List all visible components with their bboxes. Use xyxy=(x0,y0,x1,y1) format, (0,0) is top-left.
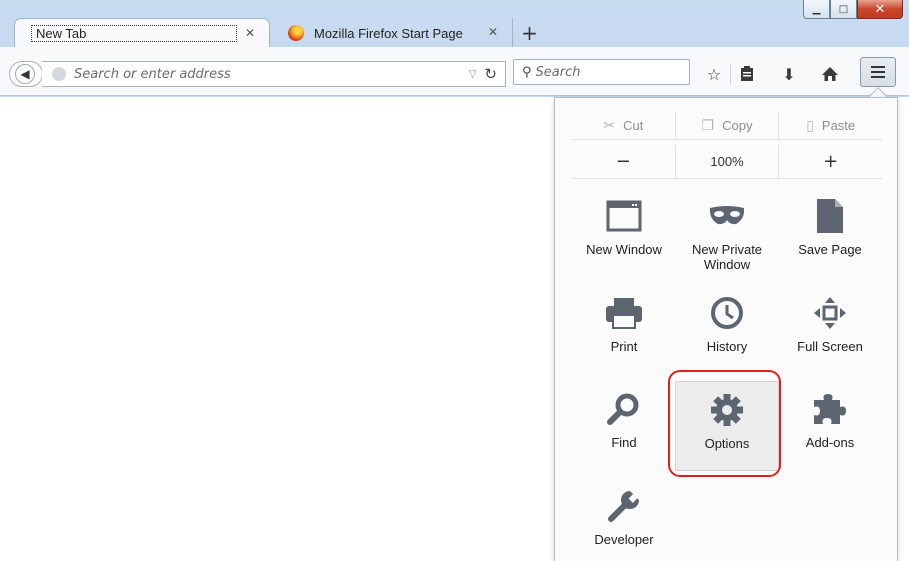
globe-icon xyxy=(52,67,66,81)
zoom-in-button[interactable]: + xyxy=(779,145,882,178)
back-button[interactable]: ◀ xyxy=(9,61,43,87)
back-arrow-icon: ◀ xyxy=(15,64,35,84)
zoom-in-icon: + xyxy=(823,151,839,172)
search-icon: ⚲ xyxy=(522,64,532,80)
history-dropdown-icon[interactable]: ▽ xyxy=(469,69,477,80)
url-bar[interactable]: ▽ ↻ xyxy=(42,61,506,87)
menu-item-full-screen[interactable]: Full Screen xyxy=(778,285,882,375)
copy-button[interactable]: ❐ Copy xyxy=(674,112,779,139)
tab-close-icon[interactable]: ✕ xyxy=(245,26,255,40)
tab-new-tab[interactable]: New Tab ✕ xyxy=(14,18,270,48)
edit-controls: ✂ Cut ❐ Copy ▯ Paste xyxy=(572,112,882,140)
paste-label: Paste xyxy=(821,118,856,133)
menu-item-label: Developer xyxy=(594,532,654,547)
search-input[interactable] xyxy=(535,64,704,80)
menu-item-history[interactable]: History xyxy=(675,285,779,375)
printer-icon xyxy=(604,293,644,333)
tab-strip: New Tab ✕ Mozilla Firefox Start Page ✕ + xyxy=(0,14,909,48)
menu-item-label: Save Page xyxy=(798,242,862,257)
new-window-icon xyxy=(604,196,644,236)
options-highlight-annotation xyxy=(668,370,781,477)
menu-item-label: Add-ons xyxy=(805,435,855,450)
bookmark-star-icon[interactable]: ☆ xyxy=(701,61,727,87)
menu-item-label: New Window xyxy=(586,242,662,257)
reload-icon[interactable]: ↻ xyxy=(484,65,497,83)
home-icon[interactable] xyxy=(817,61,843,87)
menu-item-developer[interactable]: Developer xyxy=(572,478,676,561)
search-bar[interactable]: ⚲ xyxy=(513,59,704,85)
menu-item-add-ons[interactable]: Add-ons xyxy=(778,381,882,471)
wrench-icon xyxy=(604,486,644,526)
copy-label: Copy xyxy=(722,118,753,133)
save-page-icon xyxy=(810,196,850,236)
zoom-out-icon: − xyxy=(615,151,631,172)
zoom-reset-button[interactable]: 100% xyxy=(674,145,780,178)
paste-icon: ▯ xyxy=(806,117,814,134)
puzzle-icon xyxy=(810,389,850,429)
downloads-icon[interactable]: ⬇ xyxy=(776,61,802,87)
cut-label: Cut xyxy=(623,118,644,133)
cut-icon: ✂ xyxy=(603,117,616,134)
url-input[interactable] xyxy=(74,66,469,82)
menu-panel: ✂ Cut ❐ Copy ▯ Paste − 100% + New Window xyxy=(554,97,898,561)
menu-item-label: Find xyxy=(611,435,637,450)
paste-button[interactable]: ▯ Paste xyxy=(778,112,882,139)
menu-item-new-window[interactable]: New Window xyxy=(572,188,676,278)
menu-item-label: New Private Window xyxy=(691,242,763,272)
magnifier-icon xyxy=(604,389,644,429)
bookmarks-menu-icon[interactable] xyxy=(734,61,760,87)
menu-item-label: History xyxy=(706,339,748,354)
menu-item-save-page[interactable]: Save Page xyxy=(778,188,882,278)
cut-button[interactable]: ✂ Cut xyxy=(572,112,675,139)
zoom-out-button[interactable]: − xyxy=(572,145,675,178)
tab-mozilla-start-page[interactable]: Mozilla Firefox Start Page ✕ xyxy=(272,18,512,48)
copy-icon: ❐ xyxy=(701,117,715,134)
menu-item-print[interactable]: Print xyxy=(572,285,676,375)
nav-bar: ◀ ▽ ↻ ⚲ ☆ ⬇ xyxy=(0,47,909,96)
tab-title: New Tab xyxy=(31,25,237,42)
menu-item-label: Full Screen xyxy=(797,339,863,354)
menu-item-new-private-window[interactable]: New Private Window xyxy=(675,188,779,278)
menu-item-find[interactable]: Find xyxy=(572,381,676,471)
hamburger-icon xyxy=(871,66,885,78)
firefox-logo-icon xyxy=(288,25,304,41)
open-menu-button[interactable] xyxy=(860,57,896,87)
new-tab-button[interactable]: + xyxy=(512,18,546,48)
fullscreen-icon xyxy=(810,293,850,333)
tab-title: Mozilla Firefox Start Page xyxy=(314,25,463,41)
tab-close-icon[interactable]: ✕ xyxy=(488,25,498,39)
menu-item-label: Print xyxy=(610,339,638,354)
mask-icon xyxy=(707,196,747,236)
toolbar-separator xyxy=(730,64,731,84)
clock-icon xyxy=(707,293,747,333)
zoom-controls: − 100% + xyxy=(572,145,882,179)
